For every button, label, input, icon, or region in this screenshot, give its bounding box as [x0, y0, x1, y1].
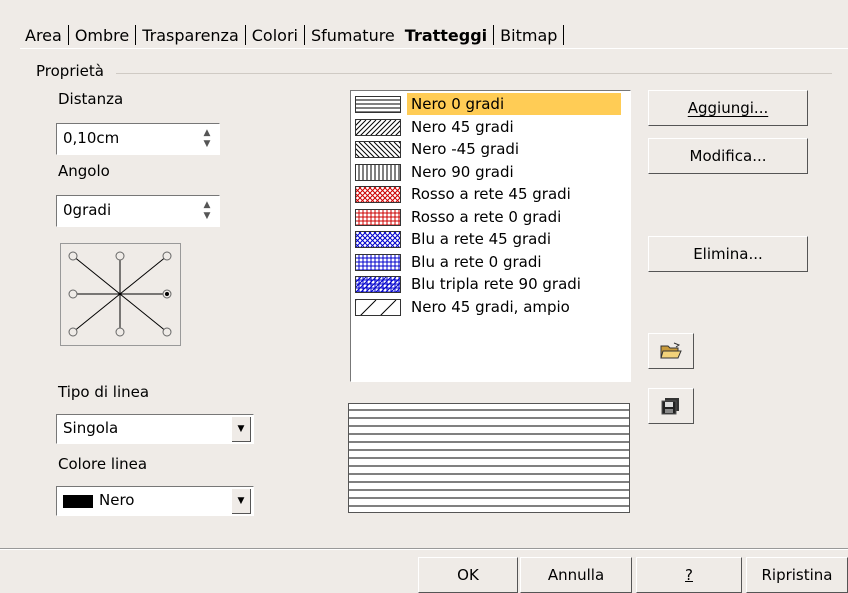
ok-button[interactable]: OK — [418, 557, 518, 593]
tab-separator — [303, 25, 305, 45]
tab-tratteggi[interactable]: Tratteggi — [402, 26, 490, 45]
modify-button-label: Modifica... — [689, 147, 767, 165]
save-hatch-button[interactable] — [648, 388, 694, 424]
tab-ombre[interactable]: Ombre — [72, 26, 132, 45]
hatch-list-item[interactable]: Nero 0 gradi — [353, 93, 629, 115]
hatch-list-item-label: Nero 0 gradi — [407, 93, 621, 115]
tab-underline — [20, 48, 848, 49]
line-type-label: Tipo di linea — [58, 383, 150, 401]
group-title: Proprietà — [36, 62, 104, 80]
spin-arrows-icon[interactable]: ▲ ▼ — [201, 128, 213, 150]
color-swatch — [63, 495, 93, 508]
distance-spin-field[interactable]: 0,10cm ▲ ▼ — [56, 123, 220, 155]
tab-separator — [244, 25, 246, 45]
open-folder-icon — [660, 342, 682, 359]
hatch-pattern-swatch — [355, 186, 401, 203]
footer-divider-highlight — [0, 549, 848, 550]
delete-button-label: Elimina... — [693, 245, 763, 263]
hatch-preview-graphic — [349, 409, 629, 507]
hatch-list-item[interactable]: Rosso a rete 45 gradi — [353, 183, 629, 205]
hatch-pattern-swatch — [355, 276, 401, 293]
spin-arrows-icon[interactable]: ▲ ▼ — [201, 200, 213, 222]
hatch-pattern-swatch — [355, 141, 401, 158]
distance-label: Distanza — [58, 90, 124, 108]
reset-button[interactable]: Ripristina — [746, 557, 848, 593]
tab-colori[interactable]: Colori — [249, 26, 301, 45]
hatch-list-item[interactable]: Blu tripla rete 90 gradi — [353, 273, 629, 295]
line-color-label: Colore linea — [58, 455, 148, 473]
reset-button-label: Ripristina — [761, 566, 833, 584]
line-type-value: Singola — [63, 419, 119, 437]
chevron-down-icon[interactable]: ▼ — [232, 489, 251, 514]
line-color-value: Nero — [99, 491, 135, 509]
hatch-list-item[interactable]: Nero 45 gradi, ampio — [353, 296, 629, 318]
hatch-list-item[interactable]: Nero -45 gradi — [353, 138, 629, 160]
chevron-down-icon[interactable]: ▼ — [232, 417, 251, 442]
hatch-list-item[interactable]: Nero 45 gradi — [353, 116, 629, 138]
hatch-list-item-label: Blu tripla rete 90 gradi — [411, 275, 581, 293]
hatch-list[interactable]: Nero 0 gradi Nero 45 gradi Nero -45 gradi N… — [350, 90, 631, 382]
hatch-list-item-label: Nero 45 gradi — [411, 117, 514, 136]
hatch-pattern-swatch — [355, 253, 401, 271]
hatch-list-item-label: Blu a rete 45 gradi — [411, 230, 552, 248]
hatch-list-item-label: Blu a rete 0 gradi — [411, 252, 542, 271]
hatch-list-item[interactable]: Rosso a rete 0 gradi — [353, 206, 629, 228]
tab-trasparenza[interactable]: Trasparenza — [139, 26, 242, 45]
hatch-preview — [348, 403, 630, 513]
cancel-button[interactable]: Annulla — [520, 557, 632, 593]
tab-sfumature[interactable]: Sfumature — [308, 26, 398, 45]
tab-separator — [135, 25, 137, 45]
hatch-pattern-swatch — [355, 163, 401, 181]
help-button[interactable]: ? — [636, 557, 742, 593]
hatch-list-item-label: Rosso a rete 0 gradi — [411, 207, 562, 226]
hatch-list-item-label: Rosso a rete 45 gradi — [411, 185, 571, 203]
add-button-label: Aggiungi... — [687, 99, 769, 117]
hatch-list-item-label: Nero 45 gradi, ampio — [411, 297, 570, 316]
tab-separator — [493, 25, 495, 45]
hatch-list-item[interactable]: Nero 90 gradi — [353, 161, 629, 183]
hatch-pattern-swatch — [355, 231, 401, 248]
add-button[interactable]: Aggiungi... — [648, 90, 808, 126]
save-disk-icon — [661, 398, 679, 415]
hatch-list-item-label: Nero -45 gradi — [411, 140, 520, 158]
load-hatch-button[interactable] — [648, 333, 694, 369]
tab-area[interactable]: Area — [22, 26, 65, 45]
hatch-list-item[interactable]: Blu a rete 0 gradi — [353, 251, 629, 273]
line-type-dropdown[interactable]: Singola ▼ — [56, 414, 254, 444]
tab-separator — [67, 25, 69, 45]
hatch-pattern-swatch — [355, 298, 401, 316]
angle-selector-graphic — [68, 251, 172, 337]
hatch-pattern-swatch — [355, 118, 401, 136]
delete-button[interactable]: Elimina... — [648, 236, 808, 272]
line-color-dropdown[interactable]: Nero ▼ — [56, 486, 254, 516]
angle-value: 0gradi — [63, 201, 112, 219]
cancel-button-label: Annulla — [547, 566, 605, 584]
distance-value: 0,10cm — [63, 129, 120, 147]
hatch-pattern-swatch — [355, 208, 401, 226]
help-button-label: ? — [685, 566, 693, 584]
tab-bitmap[interactable]: Bitmap — [497, 26, 560, 45]
ok-button-label: OK — [457, 566, 479, 584]
hatch-pattern-swatch — [355, 96, 401, 113]
angle-spin-field[interactable]: 0gradi ▲ ▼ — [56, 195, 220, 227]
hatch-list-item-label: Nero 90 gradi — [411, 162, 514, 181]
tab-separator — [563, 25, 565, 45]
angle-selector[interactable] — [60, 243, 181, 346]
tab-bar: Area Ombre Trasparenza Colori Sfumature … — [22, 22, 567, 48]
hatch-list-item[interactable]: Blu a rete 45 gradi — [353, 228, 629, 250]
angle-label: Angolo — [58, 162, 110, 180]
group-divider — [116, 73, 832, 74]
modify-button[interactable]: Modifica... — [648, 138, 808, 174]
